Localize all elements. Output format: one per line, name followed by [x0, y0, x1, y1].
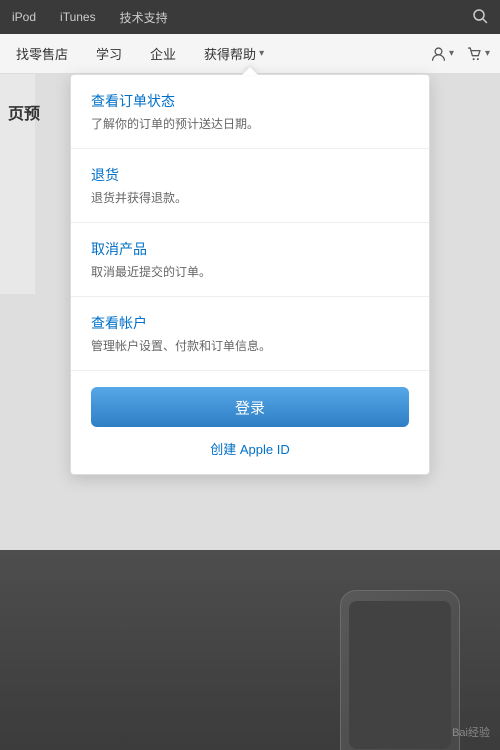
- nav-icons: ▾ ▾: [430, 42, 490, 66]
- view-account-desc: 管理帐户设置、付款和订单信息。: [91, 337, 409, 354]
- view-account-item[interactable]: 查看帐户 管理帐户设置、付款和订单信息。: [71, 297, 429, 371]
- user-account-icon[interactable]: ▾: [430, 42, 454, 66]
- cancel-product-item[interactable]: 取消产品 取消最近提交的订单。: [71, 223, 429, 297]
- order-status-item[interactable]: 查看订单状态 了解你的订单的预计送达日期。: [71, 75, 429, 149]
- return-item[interactable]: 退货 退货并获得退款。: [71, 149, 429, 223]
- order-status-title: 查看订单状态: [91, 91, 409, 111]
- search-icon[interactable]: [472, 8, 488, 27]
- account-dropdown-panel: 查看订单状态 了解你的订单的预计送达日期。 退货 退货并获得退款。 取消产品 取…: [70, 74, 430, 475]
- cancel-product-desc: 取消最近提交的订单。: [91, 263, 409, 280]
- page-preview-text: 页预: [8, 100, 40, 124]
- appleid-label: Apple ID: [240, 442, 290, 457]
- return-desc: 退货并获得退款。: [91, 189, 409, 206]
- top-nav-support[interactable]: 技术支持: [120, 9, 168, 26]
- dropdown-arrow: [242, 67, 258, 75]
- top-nav-itunes[interactable]: iTunes: [60, 10, 96, 24]
- cart-dropdown-arrow: ▾: [485, 48, 490, 59]
- cart-icon[interactable]: ▾: [466, 42, 490, 66]
- return-title: 退货: [91, 165, 409, 185]
- help-nav-label: 获得帮助: [204, 44, 256, 63]
- user-dropdown-arrow: ▾: [449, 48, 454, 59]
- find-store-nav[interactable]: 找零售店: [10, 44, 74, 63]
- top-nav-items: iPod iTunes 技术支持: [12, 9, 168, 26]
- help-nav[interactable]: 获得帮助 ▾: [198, 44, 270, 63]
- login-button[interactable]: 登录: [91, 387, 409, 427]
- enterprise-nav[interactable]: 企业: [144, 44, 182, 63]
- learn-nav[interactable]: 学习: [90, 44, 128, 63]
- cancel-product-title: 取消产品: [91, 239, 409, 259]
- create-appleid-text: 创建: [210, 442, 240, 457]
- create-appleid-link[interactable]: 创建 Apple ID: [210, 439, 290, 458]
- top-navigation: iPod iTunes 技术支持: [0, 0, 500, 34]
- view-account-title: 查看帐户: [91, 313, 409, 333]
- help-dropdown-icon: ▾: [259, 48, 264, 59]
- dropdown-actions: 登录 创建 Apple ID: [71, 371, 429, 474]
- top-nav-ipod[interactable]: iPod: [12, 10, 36, 24]
- order-status-desc: 了解你的订单的预计送达日期。: [91, 115, 409, 132]
